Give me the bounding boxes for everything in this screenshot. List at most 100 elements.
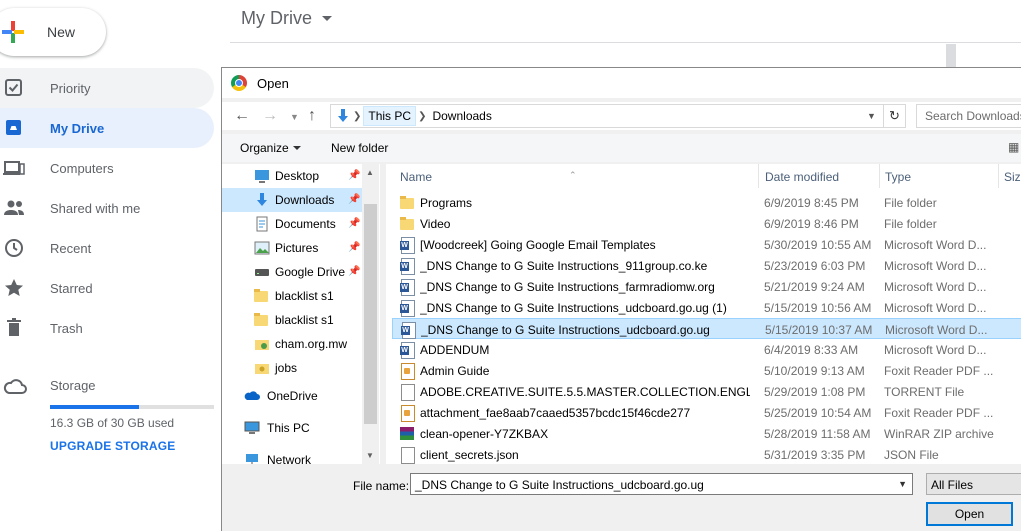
- back-arrow-icon[interactable]: ←: [234, 107, 250, 125]
- file-date: 5/30/2019 10:55 AM: [764, 238, 872, 252]
- breadcrumb-downloads[interactable]: Downloads: [428, 109, 495, 123]
- scroll-up-icon[interactable]: ▲: [366, 168, 374, 177]
- sort-ascending-icon: ⌃: [569, 170, 577, 180]
- organize-button[interactable]: Organize: [240, 141, 301, 155]
- nav-item-trash[interactable]: Trash: [0, 308, 214, 348]
- tree-scrollbar[interactable]: ▲ ▼: [362, 164, 379, 464]
- file-type-select[interactable]: All Files: [926, 473, 1021, 495]
- pin-icon[interactable]: 📌: [348, 170, 360, 181]
- tree-label: This PC: [267, 421, 310, 435]
- view-options-icon[interactable]: ▦: [1008, 140, 1019, 154]
- folder-icon: [254, 288, 270, 304]
- file-type: Microsoft Word D...: [884, 259, 987, 273]
- file-row[interactable]: _DNS Change to G Suite Instructions_911g…: [392, 255, 1021, 276]
- tree-item-documents[interactable]: Documents 📌: [222, 212, 362, 236]
- word-file-icon: [400, 300, 415, 317]
- tree-item-onedrive[interactable]: OneDrive: [222, 384, 362, 408]
- my-drive-icon: [6, 120, 21, 135]
- chevron-down-icon: [292, 146, 301, 150]
- tree-item-desktop[interactable]: Desktop 📌: [222, 164, 362, 188]
- nav-label: Starred: [50, 280, 93, 296]
- tree-item-folder[interactable]: cham.org.mw: [222, 332, 362, 356]
- word-file-icon: [400, 258, 415, 275]
- pin-icon[interactable]: 📌: [348, 242, 360, 253]
- file-name: ADDENDUM: [420, 343, 490, 357]
- search-input[interactable]: Search Downloads: [916, 104, 1021, 128]
- recent-locations-chevron-icon[interactable]: ▼: [290, 112, 299, 122]
- file-type: Microsoft Word D...: [884, 301, 987, 315]
- file-row[interactable]: ADOBE.CREATIVE.SUITE.5.5.MASTER.COLLECTI…: [392, 381, 1021, 402]
- column-header-date[interactable]: Date modified: [765, 170, 839, 184]
- file-type: File folder: [884, 196, 937, 210]
- chevron-down-icon[interactable]: ▼: [898, 479, 907, 489]
- file-row[interactable]: _DNS Change to G Suite Instructions_udcb…: [392, 318, 1021, 339]
- column-divider[interactable]: [998, 164, 999, 188]
- upgrade-storage-link[interactable]: UPGRADE STORAGE: [50, 439, 175, 453]
- page-title[interactable]: My Drive: [241, 8, 332, 29]
- tree-item-folder[interactable]: blacklist s1: [222, 284, 362, 308]
- forward-arrow-icon[interactable]: →: [262, 107, 278, 125]
- new-button[interactable]: New: [0, 8, 106, 56]
- tree-item-folder[interactable]: jobs: [222, 356, 362, 380]
- file-type: Microsoft Word D...: [885, 323, 988, 337]
- nav-item-recent[interactable]: Recent: [0, 228, 214, 268]
- file-row[interactable]: attachment_fae8aab7caaed5357bcdc15f46cde…: [392, 402, 1021, 423]
- column-header-type[interactable]: Type: [885, 170, 911, 184]
- address-dropdown-icon[interactable]: ▼: [867, 111, 876, 121]
- tree-label: OneDrive: [267, 389, 318, 403]
- tree-item-network[interactable]: Network: [222, 448, 362, 464]
- file-name-value: _DNS Change to G Suite Instructions_udcb…: [415, 478, 704, 492]
- tree-item-pictures[interactable]: Pictures 📌: [222, 236, 362, 260]
- dialog-titlebar: Open: [222, 68, 1021, 98]
- pin-icon[interactable]: 📌: [348, 194, 360, 205]
- tree-item-folder[interactable]: blacklist s1: [222, 308, 362, 332]
- file-list: ⌃ Name Date modified Type Size Programs 6…: [386, 164, 1021, 464]
- divider: [230, 42, 1021, 43]
- tree-item-downloads[interactable]: Downloads 📌: [222, 188, 362, 212]
- file-name-label: File name:: [353, 479, 410, 493]
- file-date: 5/25/2019 10:54 AM: [764, 406, 872, 420]
- column-header-name[interactable]: Name: [400, 170, 432, 184]
- documents-icon: [256, 216, 268, 232]
- file-row[interactable]: ADDENDUM 6/4/2019 8:33 AM Microsoft Word D…: [392, 339, 1021, 360]
- word-file-icon: [401, 322, 416, 339]
- file-row[interactable]: _DNS Change to G Suite Instructions_udcb…: [392, 297, 1021, 318]
- file-type: WinRAR ZIP archive: [884, 427, 994, 441]
- up-arrow-icon[interactable]: ↑: [308, 107, 316, 125]
- column-divider[interactable]: [879, 164, 880, 188]
- address-bar[interactable]: ❯ This PC ❯ Downloads: [330, 104, 884, 128]
- file-date: 5/23/2019 6:03 PM: [764, 259, 866, 273]
- nav-label: My Drive: [50, 120, 105, 136]
- refresh-button[interactable]: ↻: [884, 104, 906, 128]
- file-name-input[interactable]: _DNS Change to G Suite Instructions_udcb…: [410, 473, 913, 495]
- file-row[interactable]: Admin Guide 5/10/2019 9:13 AM Foxit Reader…: [392, 360, 1021, 381]
- pin-icon[interactable]: 📌: [348, 266, 360, 277]
- scroll-down-icon[interactable]: ▼: [366, 451, 374, 460]
- tree-item-google-drive[interactable]: Google Drive 📌: [222, 260, 362, 284]
- file-date: 5/15/2019 10:56 AM: [764, 301, 872, 315]
- storage-used-text: 16.3 GB of 30 GB used: [50, 416, 175, 430]
- breadcrumb-this-pc[interactable]: This PC: [363, 106, 417, 126]
- nav-item-shared-with-me[interactable]: Shared with me: [0, 188, 214, 228]
- scrollbar[interactable]: [946, 44, 956, 68]
- column-header-size[interactable]: Size: [1004, 170, 1021, 184]
- nav-item-starred[interactable]: Starred: [0, 268, 214, 308]
- pin-icon[interactable]: 📌: [348, 218, 360, 229]
- file-row[interactable]: client_secrets.json 5/31/2019 3:35 PM JSON…: [392, 444, 1021, 464]
- file-name: [Woodcreek] Going Google Email Templates: [420, 238, 656, 252]
- tree-item-this-pc[interactable]: This PC: [222, 416, 362, 440]
- file-row[interactable]: clean-opener-Y7ZKBAX 5/28/2019 11:58 AM Wi…: [392, 423, 1021, 444]
- open-dialog: Open ← → ▼ ↑ ❯ This PC ❯ Downloads ▼ ↻ S…: [221, 67, 1021, 531]
- file-row[interactable]: _DNS Change to G Suite Instructions_farm…: [392, 276, 1021, 297]
- open-button[interactable]: Open: [926, 502, 1013, 526]
- nav-item-computers[interactable]: Computers: [0, 148, 214, 188]
- nav-label: Shared with me: [50, 200, 141, 216]
- new-folder-button[interactable]: New folder: [331, 141, 388, 155]
- column-divider[interactable]: [758, 164, 759, 188]
- file-row[interactable]: Programs 6/9/2019 8:45 PM File folder: [392, 192, 1021, 213]
- nav-item-my-drive[interactable]: My Drive: [0, 108, 214, 148]
- file-row[interactable]: [Woodcreek] Going Google Email Templates…: [392, 234, 1021, 255]
- file-row[interactable]: Video 6/9/2019 8:46 PM File folder: [392, 213, 1021, 234]
- scrollbar-thumb[interactable]: [364, 204, 377, 424]
- nav-item-priority[interactable]: Priority: [0, 68, 214, 108]
